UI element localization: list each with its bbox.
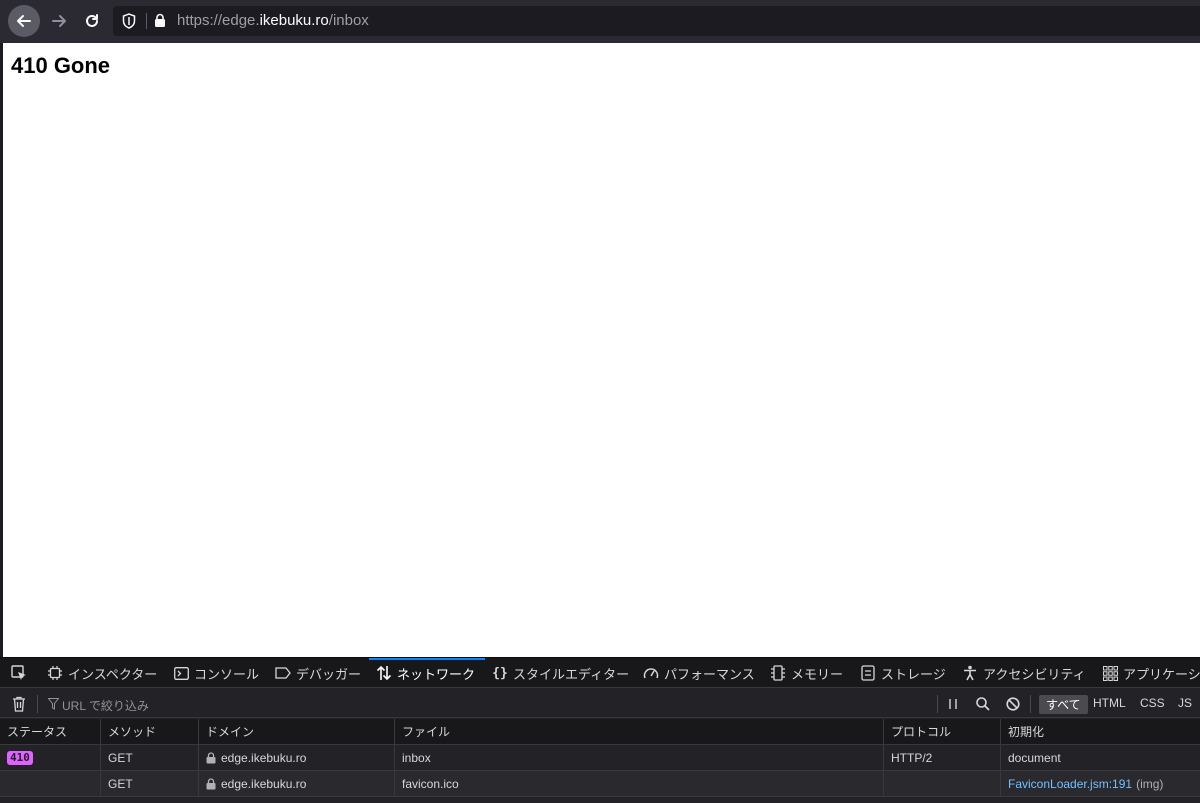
devtools-panel: インスペクター コンソール デバッガー ネットワーク {} スタイルエディター …	[0, 657, 1200, 803]
tab-style-editor[interactable]: {} スタイルエディター	[492, 658, 629, 688]
table-header-row: ステータス メソッド ドメイン ファイル プロトコル 初期化	[0, 719, 1200, 745]
network-request-table: ステータス メソッド ドメイン ファイル プロトコル 初期化 410 GET e…	[0, 719, 1200, 797]
tab-debugger[interactable]: デバッガー	[275, 658, 361, 688]
tab-accessibility[interactable]: アクセシビリティ	[962, 658, 1086, 688]
lock-icon[interactable]	[154, 13, 166, 28]
tab-label: アプリケーシ	[1123, 666, 1200, 682]
domain-text: edge.ikebuku.ro	[221, 776, 307, 791]
tab-storage[interactable]: ストレージ	[860, 658, 946, 688]
status-cell: 410	[0, 745, 101, 770]
console-icon	[173, 665, 189, 681]
url-host: ikebuku.ro	[259, 12, 329, 29]
element-picker-icon[interactable]	[10, 664, 28, 682]
style-editor-icon: {}	[492, 665, 508, 681]
protocol-cell	[884, 771, 1001, 796]
network-icon	[376, 665, 392, 681]
filter-icon	[48, 698, 59, 710]
performance-icon	[643, 665, 659, 681]
initiator-type: (img)	[1136, 776, 1164, 791]
inspector-icon	[47, 665, 63, 681]
domain-text: edge.ikebuku.ro	[221, 750, 307, 765]
protocol-cell: HTTP/2	[884, 745, 1001, 770]
filter-css-button[interactable]: CSS	[1140, 696, 1165, 710]
column-header-method[interactable]: メソッド	[101, 719, 199, 744]
filter-html-button[interactable]: HTML	[1093, 696, 1126, 710]
devtools-tab-bar: インスペクター コンソール デバッガー ネットワーク {} スタイルエディター …	[0, 658, 1200, 688]
file-cell: favicon.ico	[395, 771, 884, 796]
arrow-right-icon	[52, 15, 66, 27]
table-row[interactable]: GET edge.ikebuku.ro favicon.ico FaviconL…	[0, 771, 1200, 797]
tab-label: インスペクター	[68, 666, 158, 682]
tab-label: メモリー	[791, 666, 844, 682]
column-header-file[interactable]: ファイル	[395, 719, 884, 744]
column-header-initiator[interactable]: 初期化	[1001, 719, 1200, 744]
tracking-protection-shield-icon[interactable]	[122, 13, 136, 29]
tab-label: コンソール	[194, 666, 260, 682]
tab-console[interactable]: コンソール	[173, 658, 259, 688]
url-filter-input[interactable]: URL で絞り込み	[62, 697, 149, 714]
forward-button[interactable]	[43, 5, 75, 37]
toolbar-separator	[937, 695, 938, 713]
tab-application[interactable]: アプリケーシ	[1102, 658, 1200, 688]
reload-button[interactable]	[76, 5, 108, 37]
page-viewport: 410 Gone	[3, 43, 1200, 657]
trash-icon[interactable]	[12, 696, 26, 712]
search-icon[interactable]	[976, 697, 990, 711]
status-badge: 410	[7, 750, 33, 765]
column-header-domain[interactable]: ドメイン	[199, 719, 395, 744]
memory-icon	[770, 665, 786, 681]
pause-icon[interactable]	[948, 698, 958, 710]
tab-memory[interactable]: メモリー	[770, 658, 843, 688]
column-header-status[interactable]: ステータス	[0, 719, 101, 744]
tab-label: ネットワーク	[397, 666, 476, 682]
tab-label: ストレージ	[881, 666, 946, 682]
tab-inspector[interactable]: インスペクター	[47, 658, 157, 688]
domain-cell: edge.ikebuku.ro	[199, 771, 395, 796]
back-button[interactable]	[8, 5, 40, 37]
lock-icon	[206, 751, 216, 763]
initiator-cell: FaviconLoader.jsm:191 (img)	[1001, 771, 1200, 796]
method-cell: GET	[101, 771, 199, 796]
browser-toolbar: https://edge.ikebuku.ro/inbox	[0, 0, 1200, 43]
tab-label: デバッガー	[296, 666, 362, 682]
storage-icon	[860, 665, 876, 681]
tab-label: アクセシビリティ	[983, 666, 1086, 682]
tab-performance[interactable]: パフォーマンス	[643, 658, 755, 688]
table-row[interactable]: 410 GET edge.ikebuku.ro inbox HTTP/2 doc…	[0, 745, 1200, 771]
page-heading: 410 Gone	[11, 53, 111, 78]
initiator-cell: document	[1008, 750, 1061, 765]
url-path: /inbox	[328, 12, 369, 29]
url-separator	[146, 13, 147, 29]
url-prefix: https://edge.	[177, 12, 260, 29]
tab-label: パフォーマンス	[664, 666, 755, 682]
network-toolbar: URL で絞り込み すべて HTML CSS JS	[0, 689, 1200, 718]
url-text[interactable]: https://edge.ikebuku.ro/inbox	[177, 12, 369, 29]
debugger-icon	[275, 665, 291, 681]
method-cell: GET	[101, 745, 199, 770]
filter-js-button[interactable]: JS	[1178, 696, 1192, 710]
block-icon[interactable]	[1006, 697, 1020, 711]
arrow-left-icon	[17, 15, 31, 27]
column-header-protocol[interactable]: プロトコル	[884, 719, 1001, 744]
file-cell: inbox	[395, 745, 884, 770]
lock-icon	[206, 777, 216, 789]
accessibility-icon	[962, 665, 978, 681]
status-cell	[0, 771, 101, 796]
initiator-link[interactable]: FaviconLoader.jsm:191	[1008, 777, 1132, 791]
application-icon	[1102, 665, 1118, 681]
reload-icon	[86, 14, 98, 27]
tab-network[interactable]: ネットワーク	[376, 658, 475, 688]
toolbar-separator	[37, 695, 38, 713]
toolbar-separator	[1030, 695, 1031, 713]
filter-all-button[interactable]: すべて	[1039, 695, 1088, 714]
tab-label: スタイルエディター	[513, 666, 630, 682]
domain-cell: edge.ikebuku.ro	[199, 745, 395, 770]
